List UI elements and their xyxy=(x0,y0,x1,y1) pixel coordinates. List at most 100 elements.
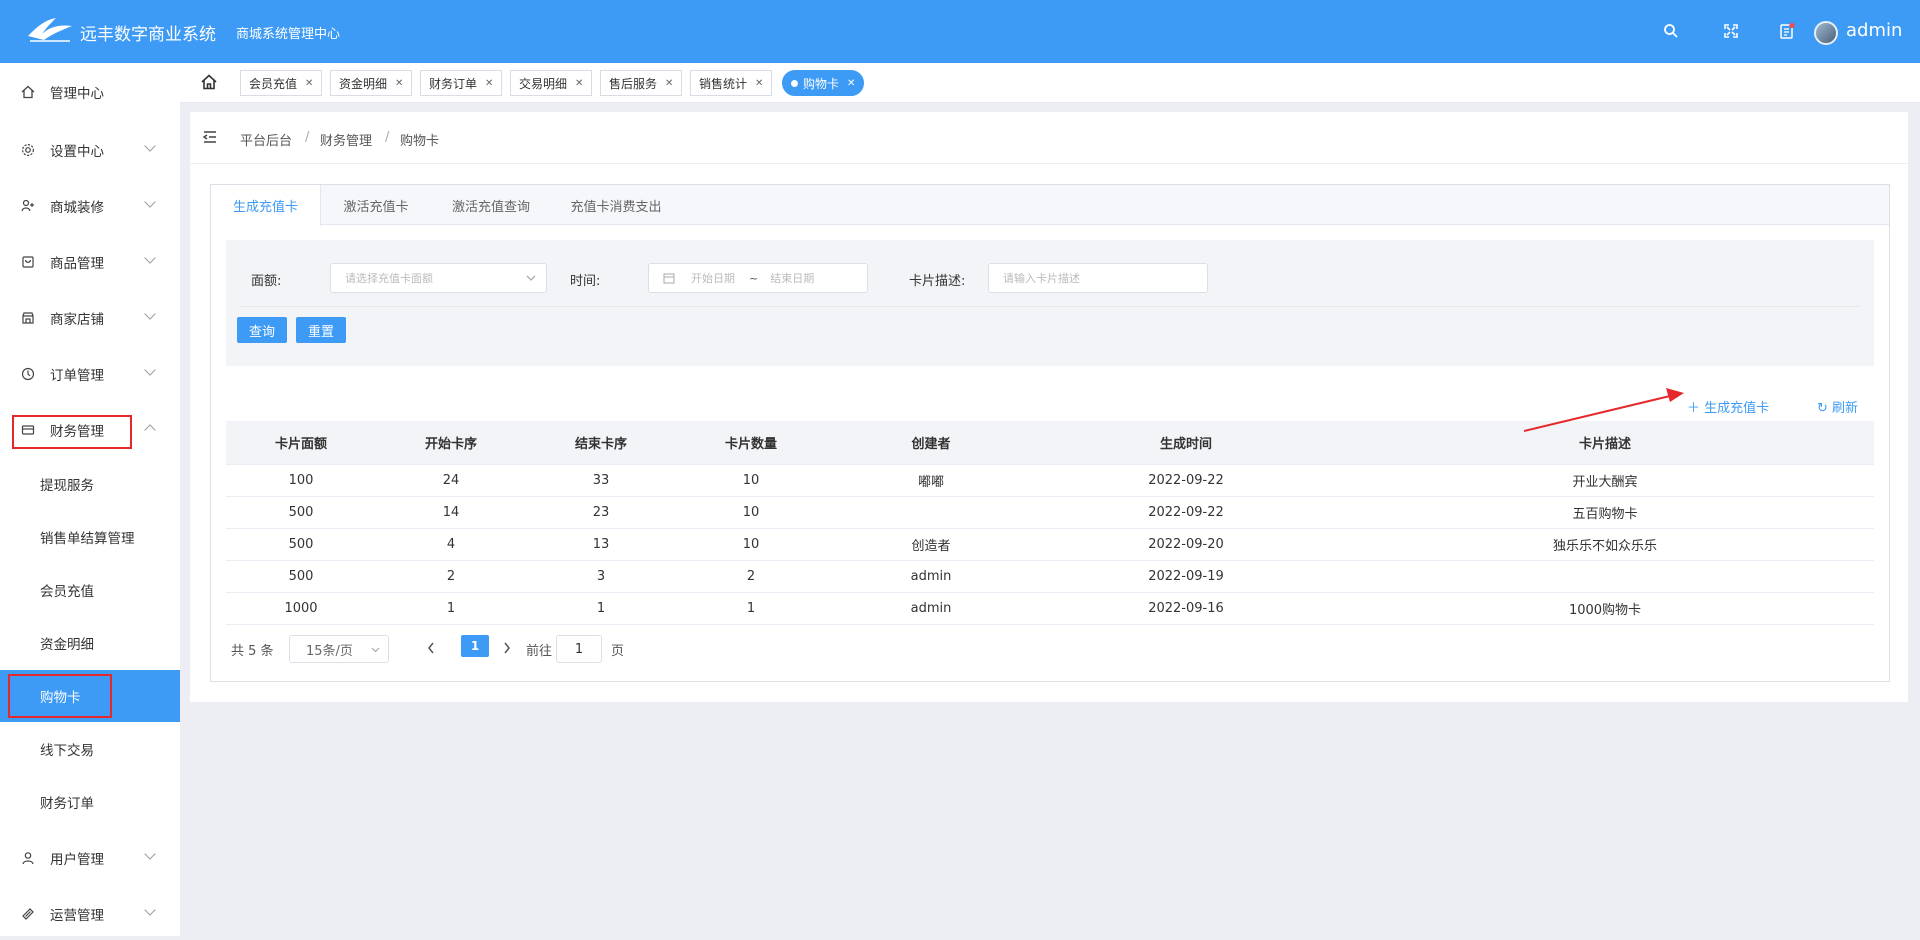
start-date-placeholder: 开始日期 xyxy=(691,272,735,285)
pagination: 共 5 条 15条/页 1 前往 1 页 xyxy=(231,633,831,663)
close-icon[interactable]: ✕ xyxy=(665,78,673,89)
order-icon xyxy=(20,366,36,382)
refresh-button[interactable]: ↻ 刷新 xyxy=(1817,397,1858,416)
tab-sales-stats[interactable]: 销售统计 ✕ xyxy=(690,70,773,96)
chevron-down-icon xyxy=(144,364,156,376)
sidebar-sub-label: 销售单结算管理 xyxy=(40,531,135,547)
table-cell: 24 xyxy=(442,473,460,488)
chevron-down-icon xyxy=(526,275,536,281)
close-icon[interactable]: ✕ xyxy=(485,78,493,89)
table-row: 500 2 3 2 admin 2022-09-19 xyxy=(226,561,1874,593)
date-range-picker[interactable]: 开始日期 ~ 结束日期 xyxy=(648,263,868,293)
sidebar-item-decoration[interactable]: 商城装修 xyxy=(0,180,180,232)
table-cell: 10 xyxy=(742,537,760,552)
fullscreen-icon[interactable] xyxy=(1720,20,1742,42)
tab-transaction-details[interactable]: 交易明细 ✕ xyxy=(510,70,593,96)
table-cell: 2022-09-22 xyxy=(1148,473,1224,488)
table-cell: 2022-09-16 xyxy=(1148,601,1224,616)
chevron-down-icon xyxy=(144,196,156,208)
table-cell: 10 xyxy=(742,473,760,488)
filter-form: 面额: 请选择充值卡面额 时间: 开始日期 ~ 结束日期 卡片描述: 请输入卡片… xyxy=(226,240,1874,366)
tab-card-consumption[interactable]: 充值卡消费支出 xyxy=(551,185,681,225)
table-cell: 独乐乐不如众乐乐 xyxy=(1552,539,1657,554)
amount-select[interactable]: 请选择充值卡面额 xyxy=(330,263,547,293)
table-cell: 1 xyxy=(746,601,756,616)
sidebar-sub-offline-trade[interactable]: 线下交易 xyxy=(0,723,180,775)
table-cell: 500 xyxy=(288,505,314,520)
sidebar-item-label: 订单管理 xyxy=(50,368,104,384)
sidebar-sub-member-recharge[interactable]: 会员充值 xyxy=(0,564,180,616)
reset-button[interactable]: 重置 xyxy=(296,317,346,343)
home-icon[interactable] xyxy=(200,73,218,91)
table-cell: 14 xyxy=(442,505,460,520)
admin-username[interactable]: admin xyxy=(1846,20,1902,41)
sidebar-item-settings[interactable]: 设置中心 xyxy=(0,124,180,176)
brand-name: 远丰数字商业系统 xyxy=(80,25,216,45)
close-icon[interactable]: ✕ xyxy=(395,78,403,89)
close-icon[interactable]: ✕ xyxy=(847,78,855,89)
active-dot-icon xyxy=(791,79,798,87)
sidebar-item-store[interactable]: 商家店铺 xyxy=(0,292,180,344)
chevron-down-icon xyxy=(144,252,156,264)
sidebar-item-management-center[interactable]: 管理中心 xyxy=(0,66,180,118)
description-input[interactable]: 请输入卡片描述 xyxy=(988,263,1208,293)
time-label: 时间: xyxy=(570,274,601,289)
close-icon[interactable]: ✕ xyxy=(755,78,763,89)
close-icon[interactable]: ✕ xyxy=(575,78,583,89)
table-row: 100 24 33 10 嘟嘟 2022-09-22 开业大酬宾 xyxy=(226,465,1874,497)
page-tabs-bar: 会员充值 ✕ 资金明细 ✕ 财务订单 ✕ 交易明细 ✕ 售后服务 ✕ 销售统计 ✕ 购物卡 ✕ xyxy=(180,63,1920,103)
breadcrumb-separator: / xyxy=(305,130,310,145)
tab-after-sales[interactable]: 售后服务 ✕ xyxy=(600,70,683,96)
sidebar-item-goods[interactable]: 商品管理 xyxy=(0,236,180,288)
tab-fund-details[interactable]: 资金明细 ✕ xyxy=(330,70,413,96)
breadcrumb-item[interactable]: 平台后台 xyxy=(240,130,292,149)
amount-label: 面额: xyxy=(251,274,282,289)
sidebar-item-label: 商品管理 xyxy=(50,256,104,272)
cards-table: 卡片面额 开始卡序 结束卡序 卡片数量 创建者 生成时间 卡片描述 100 24… xyxy=(226,421,1874,625)
goods-icon xyxy=(20,254,36,270)
search-icon[interactable] xyxy=(1660,20,1682,42)
table-cell: 13 xyxy=(592,537,610,552)
goto-page-input[interactable]: 1 xyxy=(556,635,602,663)
chevron-down-icon xyxy=(144,140,156,152)
tab-shopping-card[interactable]: 购物卡 ✕ xyxy=(782,70,865,96)
table-cell: admin xyxy=(910,601,952,616)
tab-member-recharge[interactable]: 会员充值 ✕ xyxy=(240,70,323,96)
amount-placeholder: 请选择充值卡面额 xyxy=(345,272,433,285)
query-button[interactable]: 查询 xyxy=(237,317,287,343)
sidebar-sub-settlement[interactable]: 销售单结算管理 xyxy=(0,511,180,563)
table-cell: 10 xyxy=(742,505,760,520)
tab-generate-card[interactable]: 生成充值卡 xyxy=(211,185,321,226)
table-cell: 2022-09-19 xyxy=(1148,569,1224,584)
table-cell xyxy=(1336,561,1874,592)
table-cell: 4 xyxy=(446,537,456,552)
sidebar-item-users[interactable]: 用户管理 xyxy=(0,832,180,884)
tab-activate-card[interactable]: 激活充值卡 xyxy=(321,185,431,225)
menu-fold-icon[interactable] xyxy=(202,129,218,145)
column-header: 卡片面额 xyxy=(274,437,327,452)
notification-icon[interactable] xyxy=(1776,20,1798,42)
calendar-icon xyxy=(663,273,675,284)
sidebar-sub-fund-details[interactable]: 资金明细 xyxy=(0,617,180,669)
tab-activation-query[interactable]: 激活充值查询 xyxy=(431,185,551,225)
sidebar-item-operations[interactable]: 运营管理 xyxy=(0,888,180,940)
sidebar-sub-label: 财务订单 xyxy=(40,796,94,812)
sidebar-sub-withdrawal[interactable]: 提现服务 xyxy=(0,458,180,510)
avatar[interactable] xyxy=(1814,21,1838,45)
filter-divider xyxy=(240,306,1860,307)
page-size-select[interactable]: 15条/页 xyxy=(289,635,389,663)
breadcrumb-item[interactable]: 财务管理 xyxy=(320,130,372,149)
sidebar-sub-label: 会员充值 xyxy=(40,584,94,600)
tab-finance-orders[interactable]: 财务订单 ✕ xyxy=(420,70,503,96)
highlight-box-finance xyxy=(12,415,132,449)
sidebar-sub-label: 线下交易 xyxy=(40,743,94,759)
sidebar-item-orders[interactable]: 订单管理 xyxy=(0,348,180,400)
user-icon xyxy=(20,850,36,866)
chevron-left-icon[interactable] xyxy=(427,642,435,654)
tab-label: 售后服务 xyxy=(609,76,658,91)
page-number-current[interactable]: 1 xyxy=(461,635,489,657)
chevron-right-icon[interactable] xyxy=(503,642,511,654)
close-icon[interactable]: ✕ xyxy=(305,78,313,89)
table-cell: 嘟嘟 xyxy=(917,475,944,490)
sidebar-sub-finance-orders[interactable]: 财务订单 xyxy=(0,776,180,828)
